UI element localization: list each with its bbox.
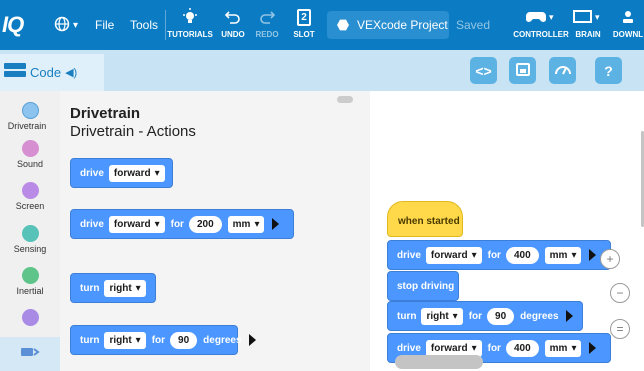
category-drivetrain[interactable]: Drivetrain xyxy=(0,102,60,131)
blocks-icon xyxy=(4,61,26,84)
drive-block[interactable]: drive forward xyxy=(70,158,173,188)
brain-button[interactable]: ▾ BRAIN xyxy=(570,4,606,39)
drive-for-block[interactable]: drive forward for 200 mm xyxy=(70,209,294,239)
extensions-icon xyxy=(20,345,40,364)
direction-dropdown[interactable]: forward xyxy=(108,215,165,233)
chevron-down-icon: ▾ xyxy=(73,19,79,31)
tab-code[interactable]: Code ◀) xyxy=(0,54,104,91)
distance-input[interactable]: 400 xyxy=(505,339,539,357)
category-screen[interactable]: Screen xyxy=(0,182,60,211)
direction-dropdown[interactable]: right xyxy=(421,307,463,325)
editor-toolbar: Code ◀) <> ? xyxy=(0,50,644,91)
category-sound[interactable]: Sound xyxy=(0,140,60,169)
gamepad-icon: ▾ xyxy=(526,4,556,30)
category-color-dot xyxy=(21,102,39,119)
unit-dropdown[interactable]: mm xyxy=(544,246,582,264)
tools-menu[interactable]: Tools xyxy=(130,0,158,50)
divider xyxy=(165,10,166,40)
speaker-icon: ◀) xyxy=(65,67,78,79)
saved-status: Saved xyxy=(456,18,491,32)
brain-device-icon xyxy=(515,61,531,80)
angle-input[interactable]: 90 xyxy=(170,331,198,349)
wait-arrow-icon xyxy=(272,218,280,230)
wait-arrow-icon xyxy=(248,334,256,346)
workspace-scrollbar[interactable] xyxy=(395,355,483,369)
top-menu-bar: IQ ▾ File Tools TUTORIALS UNDO REDO 2 SL… xyxy=(0,0,644,50)
svg-text:▾: ▾ xyxy=(549,12,554,22)
category-menu: Drivetrain Sound Screen Sensing Inertial xyxy=(0,91,60,371)
globe-icon xyxy=(54,16,70,35)
distance-input[interactable]: 400 xyxy=(505,246,539,264)
file-menu[interactable]: File xyxy=(95,0,114,50)
direction-dropdown[interactable]: right xyxy=(104,279,146,297)
wait-arrow-icon xyxy=(589,249,597,261)
code-viewer-button[interactable]: <> xyxy=(470,57,497,84)
slot-icon: 2 xyxy=(297,4,311,30)
turn-for-block[interactable]: turn right for 90 degrees xyxy=(387,301,583,331)
zoom-in-icon: + xyxy=(606,252,614,266)
redo-icon xyxy=(259,4,275,30)
category-sensing[interactable]: Sensing xyxy=(0,225,60,254)
drive-for-block[interactable]: drive forward for 400 mm xyxy=(387,240,611,270)
zoom-reset-button[interactable]: = xyxy=(610,319,630,339)
category-more[interactable] xyxy=(0,309,60,326)
svg-text:▾: ▾ xyxy=(595,12,600,22)
wait-arrow-icon xyxy=(589,342,597,354)
slot-button[interactable]: 2 SLOT xyxy=(291,4,317,39)
question-mark-icon: ? xyxy=(604,62,613,79)
stop-driving-block[interactable]: stop driving xyxy=(387,271,459,301)
palette-subtitle: Drivetrain - Actions xyxy=(70,123,196,140)
zoom-reset-icon: = xyxy=(616,322,624,336)
category-color-dot xyxy=(21,267,39,284)
gauge-icon xyxy=(554,61,572,80)
help-button[interactable]: ? xyxy=(595,57,622,84)
undo-button[interactable]: UNDO xyxy=(218,4,248,39)
palette-title: Drivetrain xyxy=(70,105,141,122)
block-palette: Drivetrain Drivetrain - Actions drive fo… xyxy=(60,91,370,371)
hexagon-icon xyxy=(337,19,349,31)
turn-for-block[interactable]: turn right for 90 degrees xyxy=(70,325,256,355)
monitor-icon: ▾ xyxy=(573,4,603,30)
extensions-button[interactable] xyxy=(0,337,60,371)
code-workspace[interactable]: when started drive forward for 400 mm st… xyxy=(370,91,644,371)
lightbulb-icon xyxy=(181,4,199,30)
unit-dropdown[interactable]: mm xyxy=(227,215,265,233)
tutorials-button[interactable]: TUTORIALS xyxy=(167,4,213,39)
redo-button[interactable]: REDO xyxy=(252,4,282,39)
direction-dropdown[interactable]: forward xyxy=(108,164,165,182)
turn-block[interactable]: turn right xyxy=(70,273,156,303)
category-color-dot xyxy=(21,309,39,326)
angle-input[interactable]: 90 xyxy=(487,307,515,325)
project-name-button[interactable]: VEXcode Project xyxy=(327,11,449,39)
when-started-block[interactable]: when started xyxy=(387,201,463,237)
zoom-out-icon: − xyxy=(616,286,624,300)
wait-arrow-icon xyxy=(565,310,573,322)
zoom-out-button[interactable]: − xyxy=(610,283,630,303)
direction-dropdown[interactable]: forward xyxy=(425,246,482,264)
direction-dropdown[interactable]: right xyxy=(104,331,146,349)
category-inertial[interactable]: Inertial xyxy=(0,267,60,296)
undo-icon xyxy=(225,4,241,30)
dashboard-button[interactable] xyxy=(549,57,576,84)
direction-dropdown[interactable]: forward xyxy=(425,339,482,357)
app-logo: IQ xyxy=(2,12,24,37)
distance-input[interactable]: 200 xyxy=(188,215,222,233)
unit-dropdown[interactable]: mm xyxy=(544,339,582,357)
category-color-dot xyxy=(21,182,39,199)
category-color-dot xyxy=(21,140,39,157)
download-icon xyxy=(621,4,635,30)
category-color-dot xyxy=(21,225,39,242)
language-button[interactable]: ▾ xyxy=(54,0,78,50)
devices-button[interactable] xyxy=(509,57,536,84)
code-brackets-icon: <> xyxy=(475,62,492,79)
download-button[interactable]: DOWNL xyxy=(612,4,644,39)
controller-button[interactable]: ▾ CONTROLLER xyxy=(512,4,570,39)
palette-scrollbar[interactable] xyxy=(337,96,353,103)
zoom-in-button[interactable]: + xyxy=(600,249,620,269)
